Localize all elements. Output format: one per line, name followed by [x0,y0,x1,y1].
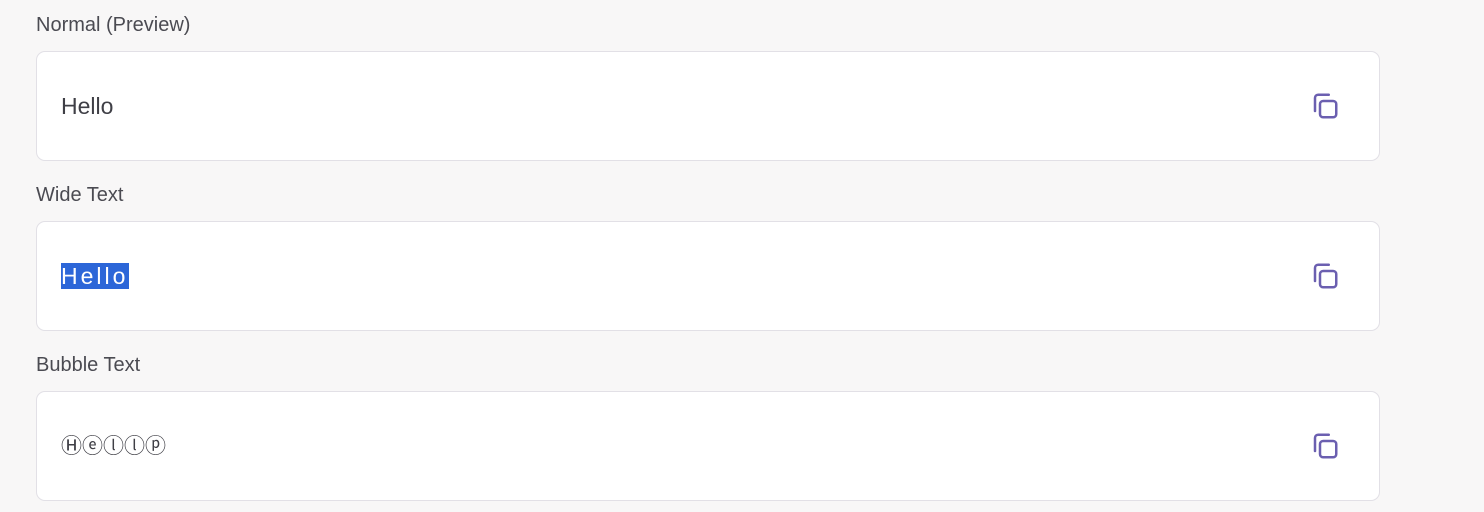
section-label-wide: Wide Text [36,184,124,206]
copy-button-bubble[interactable] [1309,430,1341,462]
copy-icon [1313,263,1338,289]
output-card-wide[interactable]: Hello [36,221,1380,331]
output-text-normal[interactable]: Hello [61,88,113,124]
section-label-normal: Normal (Preview) [36,14,191,36]
output-card-bubble[interactable]: Ⓗⓔⓛⓛⓟ [36,391,1380,501]
copy-icon [1313,433,1338,459]
selected-text-wide: Hello [61,263,130,289]
output-card-normal[interactable]: Hello [36,51,1380,161]
output-text-bubble[interactable]: Ⓗⓔⓛⓛⓟ [61,428,166,464]
section-label-bubble: Bubble Text [36,354,141,376]
output-text-wide[interactable]: Hello [61,258,130,294]
copy-icon [1313,93,1338,119]
copy-button-normal[interactable] [1309,90,1341,122]
copy-button-wide[interactable] [1309,260,1341,292]
